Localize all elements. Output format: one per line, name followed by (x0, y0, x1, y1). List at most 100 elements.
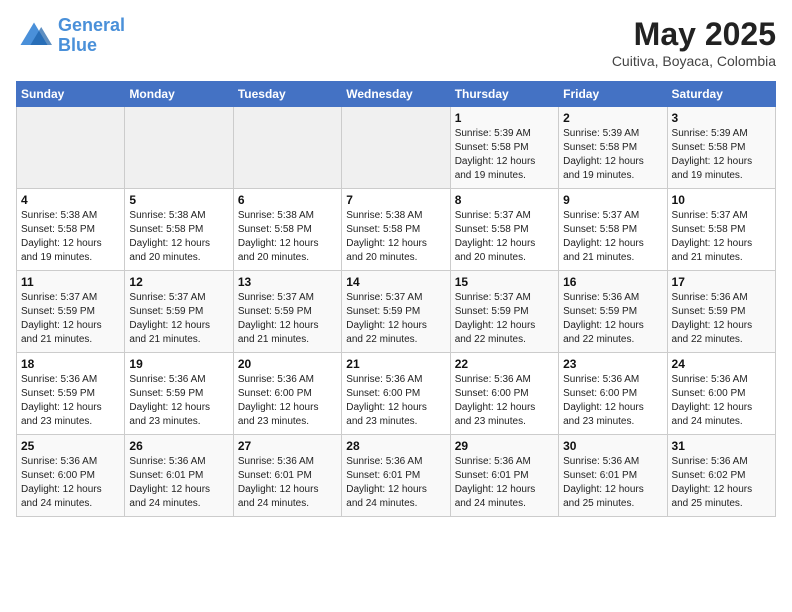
logo-icon (16, 18, 52, 54)
weekday-header-thursday: Thursday (450, 82, 558, 107)
calendar-cell-5-6: 30 Sunrise: 5:36 AM Sunset: 6:01 PM Dayli… (559, 435, 667, 517)
day-number: 2 (563, 111, 662, 125)
calendar-cell-5-4: 28Sunrise: 5:36 AM Sunset: 6:01 PM Dayli… (342, 435, 450, 517)
calendar-title: May 2025 (612, 16, 776, 53)
weekday-header-row: SundayMondayTuesdayWednesdayThursdayFrid… (17, 82, 776, 107)
calendar-cell-2-4: 7 Sunrise: 5:38 AM Sunset: 5:58 PM Daylig… (342, 189, 450, 271)
day-number: 10 (672, 193, 771, 207)
calendar-cell-2-3: 6 Sunrise: 5:38 AM Sunset: 5:58 PM Daylig… (233, 189, 341, 271)
day-info: Sunrise: 5:36 AM Sunset: 6:01 PM Dayligh… (455, 455, 554, 511)
day-number: 31 (672, 439, 771, 453)
day-info: Sunrise: 5:39 AM Sunset: 5:58 PM Dayligh… (563, 127, 662, 183)
day-number: 15 (455, 275, 554, 289)
day-number: 21 (346, 357, 445, 371)
day-info: Sunrise: 5:36 AM Sunset: 6:01 PM Dayligh… (563, 455, 662, 511)
calendar-cell-1-5: 1 Sunrise: 5:39 AM Sunset: 5:58 PM Daylig… (450, 107, 558, 189)
day-info: Sunrise: 5:36 AM Sunset: 6:00 PM Dayligh… (563, 373, 662, 429)
logo-line1: General (58, 15, 125, 35)
calendar-cell-5-5: 29Sunrise: 5:36 AM Sunset: 6:01 PM Dayli… (450, 435, 558, 517)
calendar-cell-5-7: 31 Sunrise: 5:36 AM Sunset: 6:02 PM Dayli… (667, 435, 775, 517)
day-info: Sunrise: 5:36 AM Sunset: 6:02 PM Dayligh… (672, 455, 771, 511)
day-number: 23 (563, 357, 662, 371)
day-info: Sunrise: 5:39 AM Sunset: 5:58 PM Dayligh… (455, 127, 554, 183)
calendar-cell-1-6: 2 Sunrise: 5:39 AM Sunset: 5:58 PM Daylig… (559, 107, 667, 189)
day-number: 26 (129, 439, 228, 453)
calendar-cell-2-1: 4Sunrise: 5:38 AM Sunset: 5:58 PM Daylig… (17, 189, 125, 271)
day-number: 11 (21, 275, 120, 289)
day-number: 1 (455, 111, 554, 125)
calendar-cell-4-6: 23 Sunrise: 5:36 AM Sunset: 6:00 PM Dayli… (559, 353, 667, 435)
calendar-cell-5-3: 27 Sunrise: 5:36 AM Sunset: 6:01 PM Dayli… (233, 435, 341, 517)
calendar-cell-5-2: 26 Sunrise: 5:36 AM Sunset: 6:01 PM Dayli… (125, 435, 233, 517)
day-number: 5 (129, 193, 228, 207)
day-info: Sunrise: 5:36 AM Sunset: 6:00 PM Dayligh… (238, 373, 337, 429)
week-row-5: 25Sunrise: 5:36 AM Sunset: 6:00 PM Dayli… (17, 435, 776, 517)
calendar-cell-3-5: 15 Sunrise: 5:37 AM Sunset: 5:59 PM Dayli… (450, 271, 558, 353)
calendar-table: SundayMondayTuesdayWednesdayThursdayFrid… (16, 81, 776, 517)
calendar-cell-4-5: 22Sunrise: 5:36 AM Sunset: 6:00 PM Dayli… (450, 353, 558, 435)
day-number: 30 (563, 439, 662, 453)
calendar-cell-4-3: 20 Sunrise: 5:36 AM Sunset: 6:00 PM Dayli… (233, 353, 341, 435)
weekday-header-monday: Monday (125, 82, 233, 107)
calendar-cell-4-1: 18 Sunrise: 5:36 AM Sunset: 5:59 PM Dayli… (17, 353, 125, 435)
day-number: 17 (672, 275, 771, 289)
calendar-cell-5-1: 25Sunrise: 5:36 AM Sunset: 6:00 PM Dayli… (17, 435, 125, 517)
day-info: Sunrise: 5:39 AM Sunset: 5:58 PM Dayligh… (672, 127, 771, 183)
day-number: 7 (346, 193, 445, 207)
day-number: 24 (672, 357, 771, 371)
day-info: Sunrise: 5:37 AM Sunset: 5:59 PM Dayligh… (346, 291, 445, 347)
day-number: 22 (455, 357, 554, 371)
calendar-cell-4-7: 24 Sunrise: 5:36 AM Sunset: 6:00 PM Dayli… (667, 353, 775, 435)
day-number: 25 (21, 439, 120, 453)
day-number: 8 (455, 193, 554, 207)
day-info: Sunrise: 5:36 AM Sunset: 6:00 PM Dayligh… (346, 373, 445, 429)
calendar-cell-1-1 (17, 107, 125, 189)
calendar-cell-4-4: 21 Sunrise: 5:36 AM Sunset: 6:00 PM Dayli… (342, 353, 450, 435)
day-info: Sunrise: 5:37 AM Sunset: 5:59 PM Dayligh… (455, 291, 554, 347)
calendar-cell-1-4 (342, 107, 450, 189)
logo-line2: Blue (58, 35, 97, 55)
weekday-header-wednesday: Wednesday (342, 82, 450, 107)
day-info: Sunrise: 5:37 AM Sunset: 5:59 PM Dayligh… (238, 291, 337, 347)
weekday-header-saturday: Saturday (667, 82, 775, 107)
day-info: Sunrise: 5:36 AM Sunset: 6:01 PM Dayligh… (346, 455, 445, 511)
day-number: 12 (129, 275, 228, 289)
day-info: Sunrise: 5:37 AM Sunset: 5:58 PM Dayligh… (672, 209, 771, 265)
calendar-cell-2-2: 5 Sunrise: 5:38 AM Sunset: 5:58 PM Daylig… (125, 189, 233, 271)
day-info: Sunrise: 5:36 AM Sunset: 6:00 PM Dayligh… (672, 373, 771, 429)
day-info: Sunrise: 5:38 AM Sunset: 5:58 PM Dayligh… (238, 209, 337, 265)
calendar-cell-3-7: 17 Sunrise: 5:36 AM Sunset: 5:59 PM Dayli… (667, 271, 775, 353)
day-number: 27 (238, 439, 337, 453)
calendar-cell-3-4: 14Sunrise: 5:37 AM Sunset: 5:59 PM Dayli… (342, 271, 450, 353)
day-number: 18 (21, 357, 120, 371)
weekday-header-tuesday: Tuesday (233, 82, 341, 107)
calendar-cell-1-2 (125, 107, 233, 189)
weekday-header-sunday: Sunday (17, 82, 125, 107)
day-info: Sunrise: 5:38 AM Sunset: 5:58 PM Dayligh… (346, 209, 445, 265)
calendar-cell-4-2: 19Sunrise: 5:36 AM Sunset: 5:59 PM Dayli… (125, 353, 233, 435)
day-info: Sunrise: 5:37 AM Sunset: 5:58 PM Dayligh… (563, 209, 662, 265)
week-row-2: 4 Sunrise: 5:38 AM Sunset: 5:58 PM Daylig… (17, 189, 776, 271)
day-number: 9 (563, 193, 662, 207)
day-info: Sunrise: 5:36 AM Sunset: 5:59 PM Dayligh… (129, 373, 228, 429)
week-row-4: 18 Sunrise: 5:36 AM Sunset: 5:59 PM Dayli… (17, 353, 776, 435)
calendar-cell-1-3 (233, 107, 341, 189)
calendar-cell-3-3: 13 Sunrise: 5:37 AM Sunset: 5:59 PM Dayli… (233, 271, 341, 353)
calendar-cell-1-7: 3 Sunrise: 5:39 AM Sunset: 5:58 PM Daylig… (667, 107, 775, 189)
calendar-subtitle: Cuitiva, Boyaca, Colombia (612, 53, 776, 69)
day-number: 4 (21, 193, 120, 207)
logo: General Blue (16, 16, 125, 56)
day-number: 6 (238, 193, 337, 207)
day-info: Sunrise: 5:36 AM Sunset: 6:01 PM Dayligh… (238, 455, 337, 511)
day-number: 16 (563, 275, 662, 289)
calendar-cell-3-2: 12Sunrise: 5:37 AM Sunset: 5:59 PM Dayli… (125, 271, 233, 353)
day-number: 13 (238, 275, 337, 289)
calendar-cell-3-1: 11Sunrise: 5:37 AM Sunset: 5:59 PM Dayli… (17, 271, 125, 353)
weekday-header-friday: Friday (559, 82, 667, 107)
day-info: Sunrise: 5:36 AM Sunset: 5:59 PM Dayligh… (672, 291, 771, 347)
day-info: Sunrise: 5:36 AM Sunset: 5:59 PM Dayligh… (21, 373, 120, 429)
day-number: 3 (672, 111, 771, 125)
day-info: Sunrise: 5:38 AM Sunset: 5:58 PM Dayligh… (129, 209, 228, 265)
day-number: 20 (238, 357, 337, 371)
day-info: Sunrise: 5:36 AM Sunset: 6:01 PM Dayligh… (129, 455, 228, 511)
